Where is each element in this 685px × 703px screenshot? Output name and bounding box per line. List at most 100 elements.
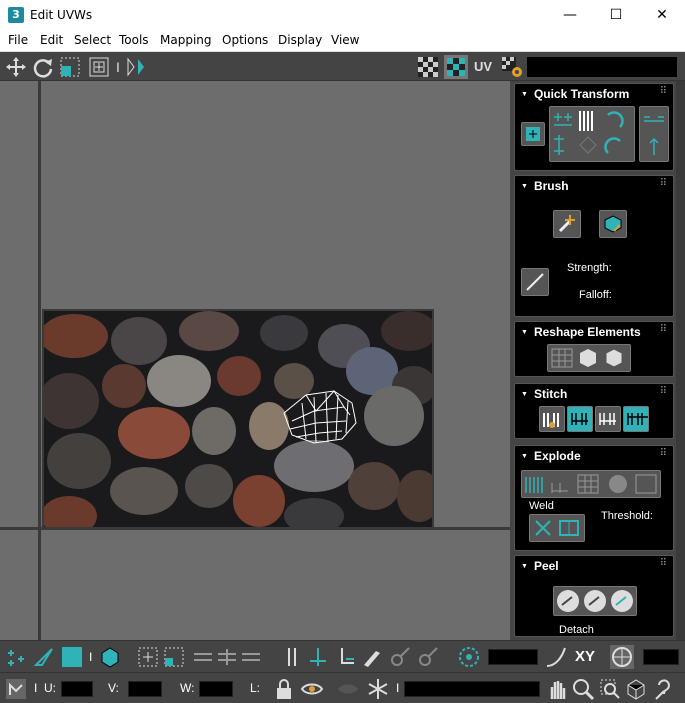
rollout-title-stitch[interactable]: Stitch	[521, 387, 567, 401]
brush-line-icon[interactable]	[521, 268, 549, 296]
scale-icon[interactable]	[58, 55, 82, 79]
grip-icon[interactable]: ⠿	[660, 558, 667, 569]
edge-loop-icon[interactable]	[306, 645, 330, 669]
grip-icon[interactable]: ⠿	[660, 178, 667, 189]
zoom-extents-icon[interactable]	[624, 677, 648, 701]
soft-selection-icon[interactable]	[457, 645, 481, 669]
shrink-selection-icon[interactable]	[162, 645, 186, 669]
l-label: L:	[250, 681, 261, 695]
menu-display[interactable]: Display	[278, 33, 322, 47]
rollout-panel: Quick Transform ⠿ Brush ⠿ Strength: Fall…	[510, 81, 685, 640]
weld-tools-group[interactable]	[529, 514, 585, 542]
brush-relax-icon[interactable]	[599, 210, 627, 238]
peel-tools-group[interactable]	[553, 586, 637, 616]
checker-icon[interactable]	[416, 55, 440, 79]
menu-view[interactable]: View	[331, 33, 359, 47]
rollout-title-quick-transform[interactable]: Quick Transform	[521, 87, 629, 101]
lock-icon[interactable]	[272, 677, 296, 701]
rollout-title-explode[interactable]: Explode	[521, 449, 581, 463]
stitch-average-icon[interactable]	[595, 406, 621, 432]
menu-tools[interactable]: Tools	[119, 33, 149, 47]
menu-select[interactable]: Select	[74, 33, 111, 47]
title-bar: 3 Edit UVWs — ☐ ✕	[0, 0, 685, 30]
minimize-button[interactable]: —	[547, 0, 593, 30]
close-button[interactable]: ✕	[639, 0, 685, 30]
uv-viewport[interactable]	[0, 81, 510, 640]
grip-icon[interactable]: ⠿	[660, 86, 667, 97]
w-coordinate-label: W:	[180, 681, 195, 695]
mirror-icon[interactable]	[124, 55, 148, 79]
rollout-title-brush[interactable]: Brush	[521, 179, 569, 193]
rollout-peel: Peel ⠿ Detach	[514, 555, 674, 637]
zoom-region-icon[interactable]	[598, 677, 622, 701]
show-hidden-icon[interactable]	[300, 677, 324, 701]
freeform-icon[interactable]	[87, 55, 111, 79]
paint-grow-icon[interactable]	[388, 645, 412, 669]
rollout-title-reshape[interactable]: Reshape Elements	[521, 325, 641, 339]
grip-icon[interactable]: ⠿	[660, 448, 667, 459]
grip-icon[interactable]: ⠿	[660, 386, 667, 397]
stitch-custom-icon[interactable]	[539, 406, 565, 432]
stitch-target-icon[interactable]	[623, 406, 649, 432]
freeform-gizmo-icon[interactable]	[4, 677, 28, 701]
edge-select-icon[interactable]	[32, 645, 56, 669]
checker-active-icon[interactable]	[444, 55, 468, 79]
rotate-icon[interactable]	[31, 55, 55, 79]
falloff-curve-icon[interactable]	[544, 645, 568, 669]
select-by-element-icon[interactable]	[334, 645, 358, 669]
freeze-snowflake-icon[interactable]	[366, 677, 390, 701]
explode-weld-label: Weld	[529, 500, 554, 512]
align-center-icon[interactable]	[521, 122, 545, 146]
vertex-select-icon[interactable]	[4, 645, 28, 669]
w-coordinate-field[interactable]	[199, 681, 233, 697]
brush-paint-icon[interactable]	[553, 210, 581, 238]
xy-axis-label[interactable]: XY	[575, 648, 595, 665]
rollout-title-peel[interactable]: Peel	[521, 559, 559, 573]
falloff-value-field[interactable]	[643, 649, 679, 665]
maximize-button[interactable]: ☐	[593, 0, 639, 30]
peel-detach-label: Detach	[559, 624, 594, 636]
element-select-icon[interactable]	[98, 645, 122, 669]
toolbar-dropdown[interactable]	[527, 57, 677, 77]
help-icon[interactable]	[652, 677, 676, 701]
toolbar-separator: I	[34, 681, 38, 695]
menu-edit[interactable]: Edit	[40, 33, 63, 47]
quick-transform-grid	[549, 106, 635, 162]
rollout-stitch: Stitch ⠿	[514, 383, 674, 439]
app-icon: 3	[8, 7, 24, 23]
rollout-explode: Explode ⠿ Weld Threshold:	[514, 445, 674, 551]
v-coordinate-field[interactable]	[128, 681, 162, 697]
paint-select-icon[interactable]	[360, 645, 384, 669]
loop-ring-select-icon[interactable]	[192, 645, 266, 669]
panel-scrollbar[interactable]	[676, 81, 685, 640]
move-icon[interactable]	[4, 55, 28, 79]
u-coordinate-field[interactable]	[61, 681, 93, 697]
zoom-icon[interactable]	[571, 677, 595, 701]
window-title: Edit UVWs	[30, 8, 93, 22]
hide-icon[interactable]	[336, 677, 360, 701]
menu-options[interactable]: Options	[222, 33, 268, 47]
grow-selection-icon[interactable]	[136, 645, 160, 669]
paint-shrink-icon[interactable]	[416, 645, 440, 669]
menu-file[interactable]: File	[8, 33, 28, 47]
uv-space-label[interactable]: UV	[474, 55, 498, 79]
explode-tools-group[interactable]	[521, 470, 661, 498]
stitch-source-icon[interactable]	[567, 406, 593, 432]
pan-hand-icon[interactable]	[545, 677, 569, 701]
soft-selection-falloff-field[interactable]	[488, 649, 538, 665]
bottom-toolbar-coords: I U: V: W: L: I	[0, 672, 685, 703]
reshape-tools-group[interactable]	[547, 344, 631, 372]
selection-filter-field[interactable]	[404, 681, 540, 697]
rollout-brush: Brush ⠿ Strength: Falloff:	[514, 175, 674, 317]
world-space-icon[interactable]	[610, 645, 634, 669]
u-coordinate-label: U:	[44, 681, 56, 695]
grip-icon[interactable]: ⠿	[660, 324, 667, 335]
top-toolbar: I UV	[0, 52, 685, 81]
align-edges-icon[interactable]	[639, 106, 669, 162]
v-coordinate-label: V:	[108, 681, 119, 695]
face-select-icon[interactable]	[60, 645, 84, 669]
menu-bar: File Edit Select Tools Mapping Options D…	[0, 30, 685, 52]
settings-icon[interactable]	[500, 55, 524, 79]
point-to-point-icon[interactable]	[280, 645, 304, 669]
menu-mapping[interactable]: Mapping	[160, 33, 212, 47]
